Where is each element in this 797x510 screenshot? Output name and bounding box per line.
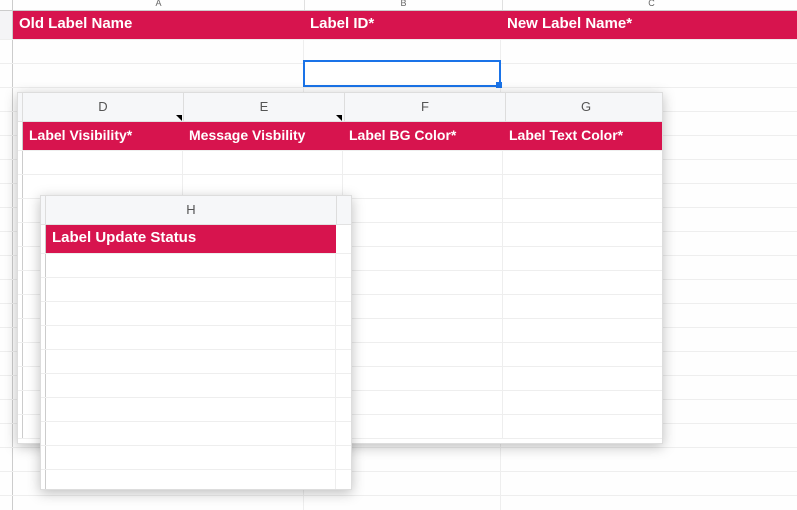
header-label-text-color[interactable]: Label Text Color* [503, 122, 663, 150]
header-old-label-name[interactable]: Old Label Name [13, 11, 304, 39]
header-row-main: Old Label Name Label ID* New Label Name* [0, 11, 797, 40]
dropdown-indicator-icon [176, 115, 182, 121]
header-label-visibility[interactable]: Label Visibility* [23, 122, 183, 150]
table-row[interactable] [41, 350, 351, 374]
col-letter-a[interactable]: A [13, 0, 305, 10]
table-row[interactable] [41, 374, 351, 398]
table-row[interactable] [0, 64, 797, 88]
col-letter-g[interactable]: G [506, 93, 663, 122]
col-letter-f[interactable]: F [345, 93, 506, 122]
header-message-visibility-text: Message Visbility [189, 127, 305, 143]
table-row[interactable] [41, 326, 351, 350]
table-row[interactable] [41, 470, 351, 490]
header-label-update-status[interactable]: Label Update Status [46, 225, 336, 253]
table-row[interactable] [0, 496, 797, 510]
header-row-panel-3: Label Update Status [41, 225, 351, 254]
dropdown-indicator-icon [336, 115, 342, 121]
table-row[interactable] [41, 278, 351, 302]
col-letter-h[interactable]: H [46, 196, 337, 225]
header-row-panel-2: Label Visibility* Message Visbility Labe… [18, 122, 662, 151]
col-letter-e[interactable]: E [184, 93, 345, 122]
column-letters-row: H [41, 196, 351, 225]
header-new-label-name[interactable]: New Label Name* [501, 11, 797, 39]
header-label-visibility-text: Label Visibility* [29, 127, 132, 143]
column-letters-row: A B C [0, 0, 797, 11]
table-row[interactable] [41, 254, 351, 278]
table-row[interactable] [41, 398, 351, 422]
header-message-visibility[interactable]: Message Visbility [183, 122, 343, 150]
col-letter-b[interactable]: B [305, 0, 503, 10]
col-letter-d[interactable]: D [23, 93, 184, 122]
header-label-id[interactable]: Label ID* [304, 11, 501, 39]
col-letter-c[interactable]: C [503, 0, 797, 10]
header-empty[interactable] [336, 225, 352, 253]
table-row[interactable] [41, 446, 351, 470]
table-row[interactable] [18, 151, 662, 175]
col-letter-next[interactable] [337, 196, 352, 225]
table-row[interactable] [41, 422, 351, 446]
header-label-bg-color[interactable]: Label BG Color* [343, 122, 503, 150]
spreadsheet-grid-panel-3[interactable]: H Label Update Status [40, 195, 352, 490]
table-row[interactable] [41, 302, 351, 326]
table-row[interactable] [0, 40, 797, 64]
